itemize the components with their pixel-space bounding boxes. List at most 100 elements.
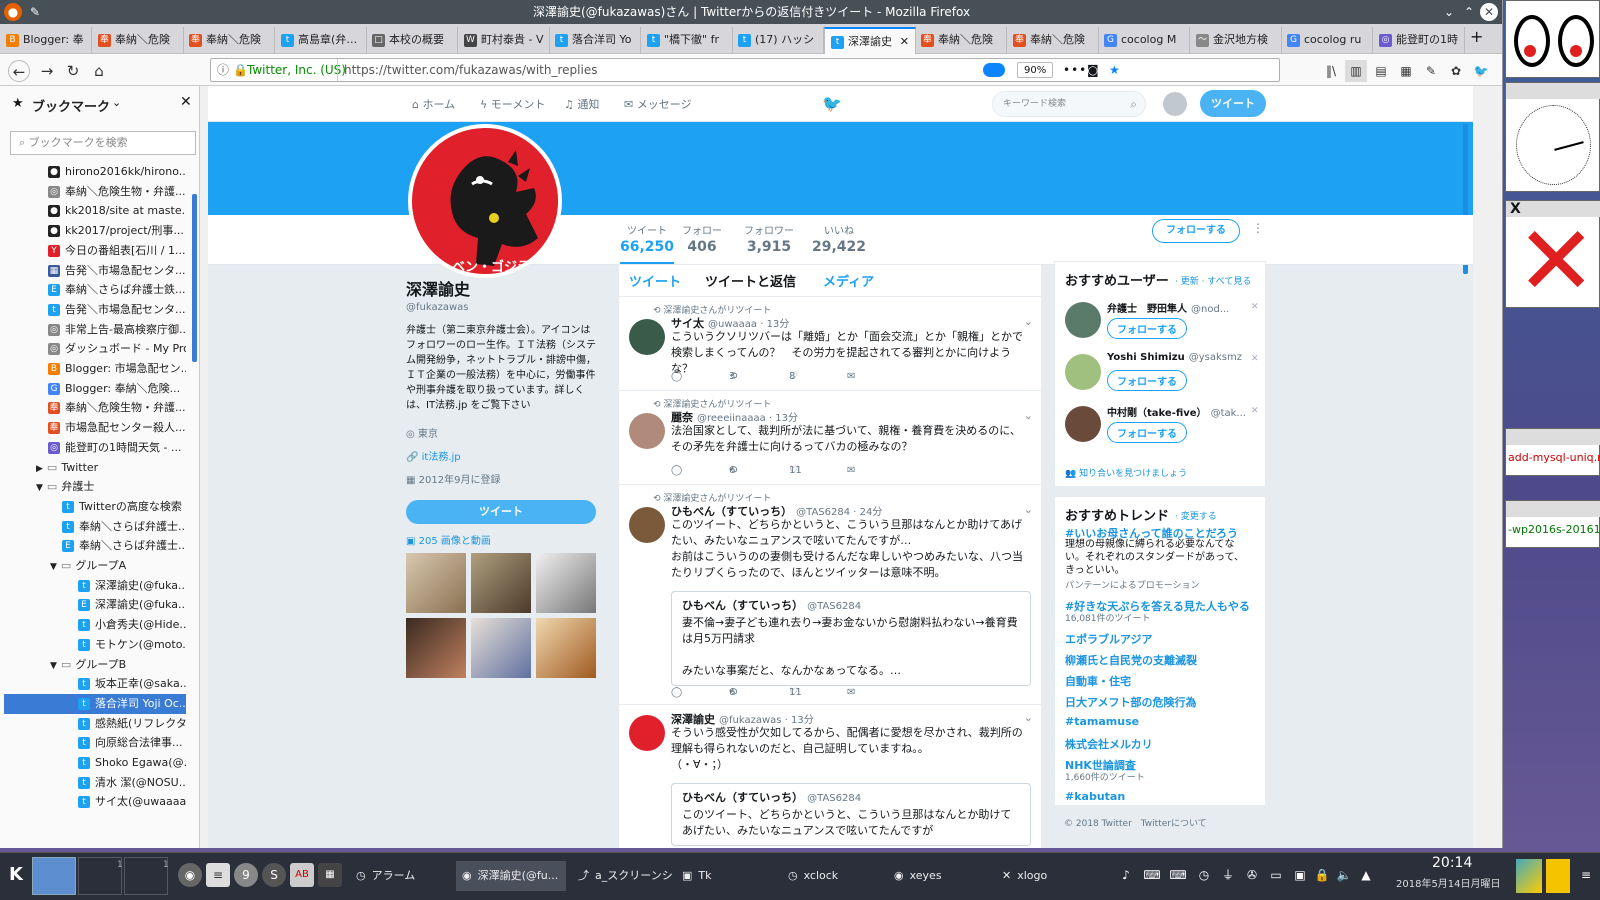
suggested-user[interactable]: Yoshi Shimizu @ysaksmz フォローする ✕ <box>1055 350 1265 400</box>
direct-message-icon[interactable]: ✉ <box>847 465 855 476</box>
bookmark-item[interactable]: Y 今日の番組表[石川 / 1... <box>48 241 186 261</box>
bookmark-item[interactable]: ◎ 能登町の1時間天気 - ... <box>48 438 186 458</box>
bookmark-item[interactable]: t 小倉秀夫(@Hide... <box>78 615 186 635</box>
show-desktop-button[interactable] <box>1516 859 1542 893</box>
bookmark-folder[interactable]: ▶ ▭ Twitter <box>36 458 186 478</box>
forward-button-icon[interactable]: → <box>36 60 58 82</box>
terminal-mysql[interactable]: add-mysql-uniq.r <box>1505 428 1600 476</box>
clipboard-icon[interactable]: ▣ <box>1288 863 1312 887</box>
kde-launcher-icon[interactable]: K <box>4 863 28 887</box>
sidebar-toggle-icon[interactable]: ▥ <box>1345 60 1367 82</box>
desktop-pager-1[interactable] <box>32 857 76 895</box>
reply-icon[interactable]: ◯ <box>671 465 682 476</box>
bookmark-item[interactable]: ● hirono2016kk/hirono... <box>48 162 186 182</box>
clock-time[interactable]: 20:14 <box>1432 855 1472 871</box>
trend-item[interactable]: #tamamuse <box>1065 715 1139 728</box>
desktop-pager-3[interactable]: 1 <box>124 857 169 895</box>
tweet[interactable]: ⟲ 深澤諭史さんがリツイート サイ太 @uwaaaa · 13分 ⌄ こういうクソリツバ… <box>619 297 1041 391</box>
bookmark-item[interactable]: t Shoko Egawa(@... <box>78 753 186 773</box>
pocket-icon[interactable]: ◙ <box>1087 59 1099 81</box>
taskbar-window-button[interactable]: ⤴ a_スクリーンシ... <box>572 861 672 891</box>
suggested-user[interactable]: 中村剛（take-five） @tak... フォローする ✕ <box>1055 402 1265 452</box>
bookmark-search-input[interactable]: ⌕ ブックマークを検索 <box>10 131 196 155</box>
find-friends-link[interactable]: 👥 知り合いを見つけましょう <box>1065 466 1187 479</box>
browser-tab[interactable]: t (17) ハッシ <box>732 27 824 54</box>
suggested-user[interactable]: 弁護士 野田隼人 @nod... フォローする ✕ <box>1055 298 1265 348</box>
zoom-level[interactable]: 90% <box>1017 62 1054 78</box>
profile-stat[interactable]: フォロー 406 <box>682 222 722 255</box>
library-icon[interactable]: ‖\ <box>1320 60 1342 82</box>
browser-tab[interactable]: ◎ 能登町の1時 <box>1373 27 1465 54</box>
text-editor-icon[interactable]: ≡ <box>206 863 230 887</box>
terminal-icon[interactable]: ▦ <box>318 863 342 887</box>
browser-tab[interactable]: 奉奉納＼危険 <box>183 27 275 54</box>
bookmark-folder[interactable]: ▼ ▭ グループA <box>50 556 186 576</box>
twitter-search-input[interactable]: キーワード検索 ⌕ <box>992 91 1146 117</box>
direct-message-icon[interactable]: ✉ <box>847 687 855 698</box>
dismiss-icon[interactable]: ✕ <box>1251 354 1259 364</box>
tweet-avatar[interactable] <box>629 413 665 449</box>
url-text[interactable]: https://twitter.com/fukazawas/with_repli… <box>337 59 597 81</box>
taskbar-window-button[interactable]: ▣ Tk <box>676 861 778 891</box>
media-thumb[interactable] <box>536 618 596 678</box>
bookmark-item[interactable]: t 清水 潔(@NOSU... <box>78 773 186 793</box>
new-tab-icon[interactable]: + <box>1470 27 1483 46</box>
tweet[interactable]: ⟲ 深澤諭史さんがリツイート 麗奈 @reeeiinaaaa · 13分 ⌄ 法治国家と… <box>619 391 1041 485</box>
tweet-avatar[interactable] <box>629 507 665 543</box>
bookmark-folder[interactable]: ▼ ▭ 弁護士 <box>36 477 186 497</box>
browser-tab[interactable]: W 町村泰貴 - V <box>458 27 550 54</box>
wtf-links[interactable]: · 更新 · すべて見る <box>1175 274 1251 287</box>
usb-icon[interactable]: ⏚ <box>1216 863 1240 887</box>
tab-tweets-replies[interactable]: ツイートと返信 <box>705 271 796 290</box>
chevron-down-icon[interactable]: ⌄ <box>1024 711 1033 724</box>
tweet-avatar[interactable] <box>629 715 665 751</box>
browser-tab[interactable]: Gcocolog M <box>1098 27 1190 54</box>
taskbar-window-button[interactable]: ◉ xeyes <box>888 861 992 891</box>
tweet[interactable]: 深澤諭史 @fukazawas · 13分 ⌄ そういう感受性が欠如してるから、配偶者… <box>619 705 1041 848</box>
g-app-icon[interactable]: 9 <box>234 863 258 887</box>
browser-tab[interactable]: 奉奉納＼危険 <box>92 27 184 54</box>
url-bar[interactable]: ⓘ 🔒 Twitter, Inc. (US) https://twitter.c… <box>210 58 1280 82</box>
pin-icon[interactable]: ✎ <box>26 3 44 21</box>
sidebar-title[interactable]: ブックマーク <box>32 96 110 115</box>
reply-icon[interactable]: ◯ <box>671 371 682 382</box>
bookmark-item[interactable]: t 告発＼市場急配センタ... <box>48 300 186 320</box>
media-thumb[interactable] <box>536 553 596 613</box>
firefox-launcher-icon[interactable]: ◉ <box>178 863 202 887</box>
browser-tab[interactable]: t 落合洋司 Yo <box>549 27 641 54</box>
browser-tab[interactable]: 奉奉納＼危険 <box>915 27 1007 54</box>
tray-app-icon[interactable]: ♪ <box>1114 863 1138 887</box>
browser-tab[interactable]: t 高島章(弁… <box>275 27 367 54</box>
dismiss-icon[interactable]: ✕ <box>1251 406 1259 416</box>
s-app-icon[interactable]: S <box>262 863 286 887</box>
suggested-user-name[interactable]: 中村剛（take-five） @tak... <box>1107 404 1255 419</box>
tab-tweets[interactable]: ツイート <box>629 271 681 290</box>
profile-tweet-button[interactable]: ツイート <box>406 500 596 524</box>
follow-suggested-button[interactable]: フォローする <box>1107 370 1187 391</box>
close-tab-icon[interactable]: ✕ <box>900 29 909 54</box>
browser-tab[interactable]: Gcocolog ru <box>1281 27 1373 54</box>
tray-expand-icon[interactable]: ▲ <box>1354 863 1378 887</box>
nav-notifications[interactable]: ♫ 通知 <box>564 96 599 112</box>
lock-tray-icon[interactable]: 🔒 <box>1310 863 1334 887</box>
close-window-icon[interactable]: ✕ <box>1480 3 1498 21</box>
bookmark-item[interactable]: ● kk2017/project/刑事... <box>48 221 186 241</box>
bookmark-item[interactable]: E 奉納＼さらば弁護士鉄... <box>48 280 186 300</box>
close-sidebar-icon[interactable]: ✕ <box>180 94 192 110</box>
reload-icon[interactable]: ↻ <box>62 60 84 82</box>
terminal-wp[interactable]: -wp2016s-20161 <box>1505 500 1600 548</box>
site-identity[interactable]: Twitter, Inc. (US) <box>247 59 346 81</box>
twitter-ext-icon[interactable]: 🐦 <box>1470 60 1492 82</box>
bookmark-item[interactable]: t モトケン(@moto... <box>78 635 186 655</box>
bookmark-folder[interactable]: ▼ ▭ グループB <box>50 655 186 675</box>
taskbar-window-button[interactable]: ✕ xlogo <box>996 861 1096 891</box>
volume-icon[interactable]: 🔈 <box>1332 863 1356 887</box>
bookmark-item[interactable]: ● kk2018/site at maste... <box>48 201 186 221</box>
chevron-down-icon[interactable]: ▼ <box>50 661 57 671</box>
chevron-down-icon[interactable]: ⌄ <box>112 96 121 109</box>
bookmark-item[interactable]: t 奉納＼さらば弁護士... <box>62 517 186 537</box>
follow-suggested-button[interactable]: フォローする <box>1107 422 1187 443</box>
bookmark-item[interactable]: t 落合洋司 Yoji Oc... <box>4 693 186 714</box>
page-actions-icon[interactable]: ••• <box>1063 59 1087 81</box>
profile-name[interactable]: 深澤諭史 <box>406 276 598 300</box>
